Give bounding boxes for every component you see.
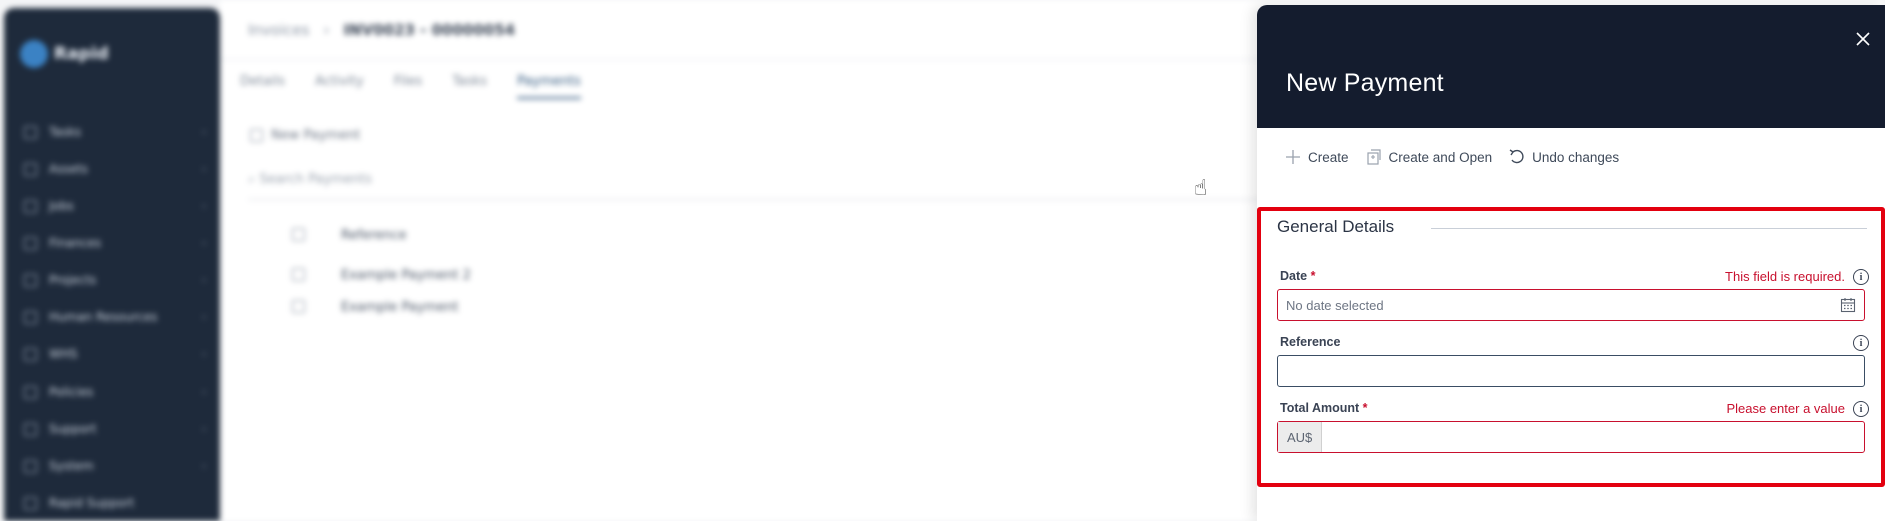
reference-field[interactable] (1277, 355, 1865, 387)
calendar-icon[interactable] (1840, 297, 1856, 313)
chevron-right-icon: › (202, 460, 206, 472)
breadcrumb-current: INV0023 - 00000054 (343, 20, 516, 39)
grid-header: Reference (292, 228, 406, 243)
support-icon (24, 422, 37, 436)
sidebar-item-whs[interactable]: WHS › (24, 343, 214, 365)
search-icon: ⌕ (248, 172, 260, 187)
chevron-right-icon: › (202, 200, 206, 212)
info-icon[interactable]: i (1853, 335, 1869, 351)
date-field[interactable]: No date selected (1277, 289, 1865, 321)
row-icon (292, 268, 305, 281)
create-button[interactable]: Create (1284, 148, 1349, 166)
required-mark: * (1310, 269, 1316, 283)
hand-cursor-icon: ☝ (1194, 176, 1208, 201)
sidebar-item-support[interactable]: Support › (24, 418, 214, 440)
tab-details[interactable]: Details (240, 74, 285, 99)
date-error: This field is required. (1725, 269, 1845, 284)
chevron-right-icon: › (202, 163, 206, 175)
chevron-right-icon: › (202, 237, 206, 249)
panel-actions: Create Create and Open Undo changes (1284, 148, 1619, 166)
record-tabs: Details Activity Files Tasks Payments (240, 74, 581, 99)
create-and-open-button[interactable]: Create and Open (1365, 148, 1493, 166)
sidebar: Rapid Tasks › Assets › Jobs › Finances › Pro… (4, 8, 220, 521)
sidebar-item-projects[interactable]: Projects › (24, 269, 214, 291)
chevron-right-icon: › (202, 348, 206, 360)
logo-text: Rapid (54, 44, 109, 64)
info-icon[interactable]: i (1853, 401, 1869, 417)
reference-label-text: Reference (1280, 335, 1341, 349)
app-logo: Rapid (20, 40, 109, 68)
sidebar-item-tasks[interactable]: Tasks › (24, 121, 214, 143)
chevron-right-icon: › (202, 386, 206, 398)
total-amount-error: Please enter a value (1726, 401, 1845, 416)
row-reference: Example Payment 2 (341, 268, 471, 283)
chevron-right-icon: › (202, 423, 206, 435)
section-divider (1431, 228, 1867, 229)
finances-icon (24, 236, 37, 250)
sidebar-item-rapid-support[interactable]: Rapid Support (24, 492, 214, 514)
undo-changes-label: Undo changes (1532, 149, 1620, 165)
projects-icon (24, 273, 37, 287)
system-icon (24, 459, 37, 473)
create-and-open-icon (1366, 149, 1381, 165)
section-title: General Details (1277, 217, 1395, 236)
tab-activity[interactable]: Activity (315, 74, 364, 99)
breadcrumb-separator-icon: › (323, 20, 330, 39)
required-mark: * (1362, 401, 1368, 415)
breadcrumb-invoices[interactable]: Invoices (248, 21, 309, 39)
plus-icon (1286, 150, 1300, 164)
tab-tasks[interactable]: Tasks (452, 74, 487, 99)
chevron-right-icon: › (202, 126, 206, 138)
create-and-open-label: Create and Open (1388, 149, 1493, 165)
add-payment-icon (250, 129, 263, 142)
column-reference[interactable]: Reference (341, 228, 406, 243)
rapid-support-icon (24, 496, 37, 510)
tasks-icon (24, 125, 37, 139)
undo-changes-button[interactable]: Undo changes (1508, 148, 1619, 166)
tab-files[interactable]: Files (394, 74, 423, 99)
chevron-right-icon: › (202, 274, 206, 286)
policies-icon (24, 385, 37, 399)
whs-icon (24, 347, 37, 361)
panel-header: New Payment (1257, 5, 1885, 128)
select-all-checkbox[interactable] (292, 228, 305, 241)
sidebar-item-assets[interactable]: Assets › (24, 158, 214, 180)
sidebar-item-finances[interactable]: Finances › (24, 232, 214, 254)
human-resources-icon (24, 310, 37, 324)
total-amount-label: Total Amount * (1280, 401, 1368, 415)
close-button[interactable] (1849, 25, 1877, 53)
logo-icon (20, 40, 48, 68)
table-row[interactable]: Example Payment (292, 300, 458, 315)
date-label: Date * (1280, 269, 1315, 283)
chevron-right-icon: › (202, 311, 206, 323)
row-icon (292, 300, 305, 313)
table-row[interactable]: Example Payment 2 (292, 268, 471, 283)
assets-icon (24, 162, 37, 176)
search-placeholder: Search Payments (259, 172, 372, 187)
info-icon[interactable]: i (1853, 269, 1869, 285)
sidebar-item-human-resources[interactable]: Human Resources › (24, 306, 214, 328)
tab-payments[interactable]: Payments (517, 74, 581, 99)
date-label-text: Date (1280, 269, 1308, 283)
sidebar-item-system[interactable]: System › (24, 455, 214, 477)
new-payment-button-bg[interactable]: New Payment (250, 128, 360, 143)
row-reference: Example Payment (341, 300, 459, 315)
jobs-icon (24, 199, 37, 213)
reference-label: Reference (1280, 335, 1340, 349)
currency-prefix: AU$ (1278, 422, 1323, 452)
total-amount-label-text: Total Amount (1280, 401, 1360, 415)
date-placeholder: No date selected (1286, 297, 1384, 313)
new-payment-label: New Payment (271, 128, 361, 143)
create-label: Create (1308, 149, 1349, 165)
panel-title: New Payment (1286, 69, 1444, 97)
close-icon (1856, 32, 1870, 46)
sidebar-item-jobs[interactable]: Jobs › (24, 195, 214, 217)
general-details-section: General Details Date * This field is req… (1257, 207, 1885, 487)
total-amount-field[interactable]: AU$ (1277, 421, 1865, 453)
undo-icon (1509, 149, 1524, 164)
sidebar-item-policies[interactable]: Policies › (24, 381, 214, 403)
